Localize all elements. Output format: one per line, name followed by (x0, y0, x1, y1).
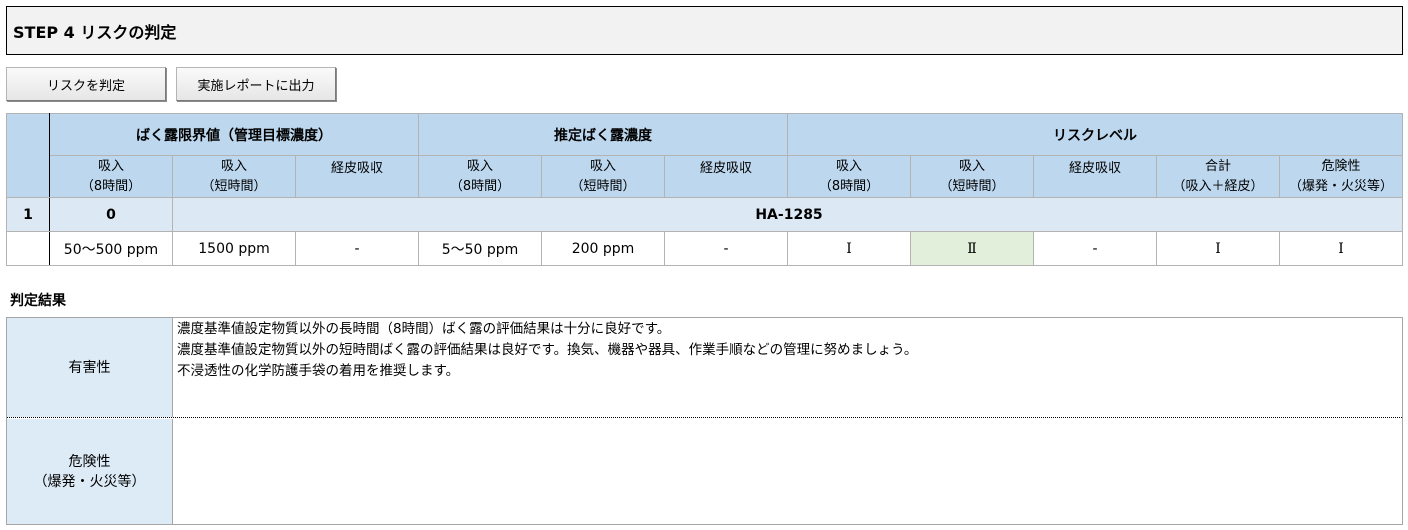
col-header: 経皮吸収 (294, 155, 420, 198)
group-estimated-exposure: 推定ばく露濃度 (418, 113, 789, 156)
judge-risk-button[interactable]: リスクを判定 (6, 67, 166, 101)
export-report-button[interactable]: 実施レポートに出力 (176, 67, 336, 101)
cell-risk-dermal[interactable]: - (1033, 231, 1158, 266)
group-exposure-limit: ばく露限界値（管理目標濃度） (48, 113, 420, 156)
cell-est-short[interactable]: 200 ppm (541, 231, 666, 266)
harm-line: 濃度基準値設定物質以外の短時間ばく露の評価結果は良好です。換気、機器や器具、作業… (177, 342, 918, 358)
cell-limit-short[interactable]: 1500 ppm (172, 231, 296, 266)
cell-limit-dermal[interactable]: - (294, 231, 420, 266)
col-header: 吸入 （8時間） (787, 155, 912, 198)
harm-header: 有害性 (7, 318, 173, 417)
table-row: 1 0 HA-1285 (6, 197, 1404, 232)
danger-result-text[interactable] (173, 419, 1402, 524)
step-title: STEP 4 リスクの判定 (6, 6, 1403, 55)
row-index-blank (6, 231, 50, 266)
risk-table: ばく露限界値（管理目標濃度） 推定ばく露濃度 リスクレベル 吸入 （8時間） 吸入… (6, 113, 1404, 266)
col-header: 経皮吸収 (664, 155, 789, 198)
col-header: 合計 （吸入＋経皮） (1156, 155, 1281, 198)
cell-risk-total[interactable]: Ⅰ (1156, 231, 1281, 266)
table-row: 50～500 ppm 1500 ppm - 5～50 ppm 200 ppm -… (6, 231, 1404, 266)
group-risk-level: リスクレベル (787, 113, 1404, 156)
col-header: 吸入 （8時間） (418, 155, 543, 198)
harm-result-text[interactable]: 濃度基準値設定物質以外の長時間（8時間）ばく露の評価結果は十分に良好です。 濃度… (173, 318, 1402, 417)
harm-line: 濃度基準値設定物質以外の長時間（8時間）ばく露の評価結果は十分に良好です。 (177, 321, 671, 337)
cell-est-8h[interactable]: 5～50 ppm (418, 231, 543, 266)
result-heading: 判定結果 (10, 293, 66, 309)
row-zero-value: 0 (49, 197, 173, 232)
cell-risk-hazard[interactable]: Ⅰ (1279, 231, 1404, 266)
cell-est-dermal[interactable]: - (664, 231, 789, 266)
danger-header: 危険性 （爆発・火災等） (7, 419, 173, 524)
col-header: 吸入 （8時間） (49, 155, 173, 198)
cell-risk-short[interactable]: Ⅱ (910, 231, 1035, 266)
row-index: 1 (6, 197, 50, 232)
col-header: 吸入 （短時間） (910, 155, 1035, 198)
cell-risk-8h[interactable]: Ⅰ (787, 231, 912, 266)
col-header: 経皮吸収 (1033, 155, 1158, 198)
col-header: 危険性 （爆発・火災等） (1279, 155, 1404, 198)
cell-limit-8h[interactable]: 50～500 ppm (49, 231, 173, 266)
harm-line: 不浸透性の化学防護手袋の着用を推奨します。 (177, 363, 460, 379)
result-table: 有害性 濃度基準値設定物質以外の長時間（8時間）ばく露の評価結果は十分に良好です… (6, 317, 1403, 525)
index-header (6, 113, 50, 198)
result-row-danger: 危険性 （爆発・火災等） (7, 419, 1402, 524)
substance-code: HA-1285 (171, 197, 1404, 232)
col-header: 吸入 （短時間） (172, 155, 296, 198)
col-header: 吸入 （短時間） (541, 155, 666, 198)
result-row-harm: 有害性 濃度基準値設定物質以外の長時間（8時間）ばく露の評価結果は十分に良好です… (7, 318, 1402, 418)
